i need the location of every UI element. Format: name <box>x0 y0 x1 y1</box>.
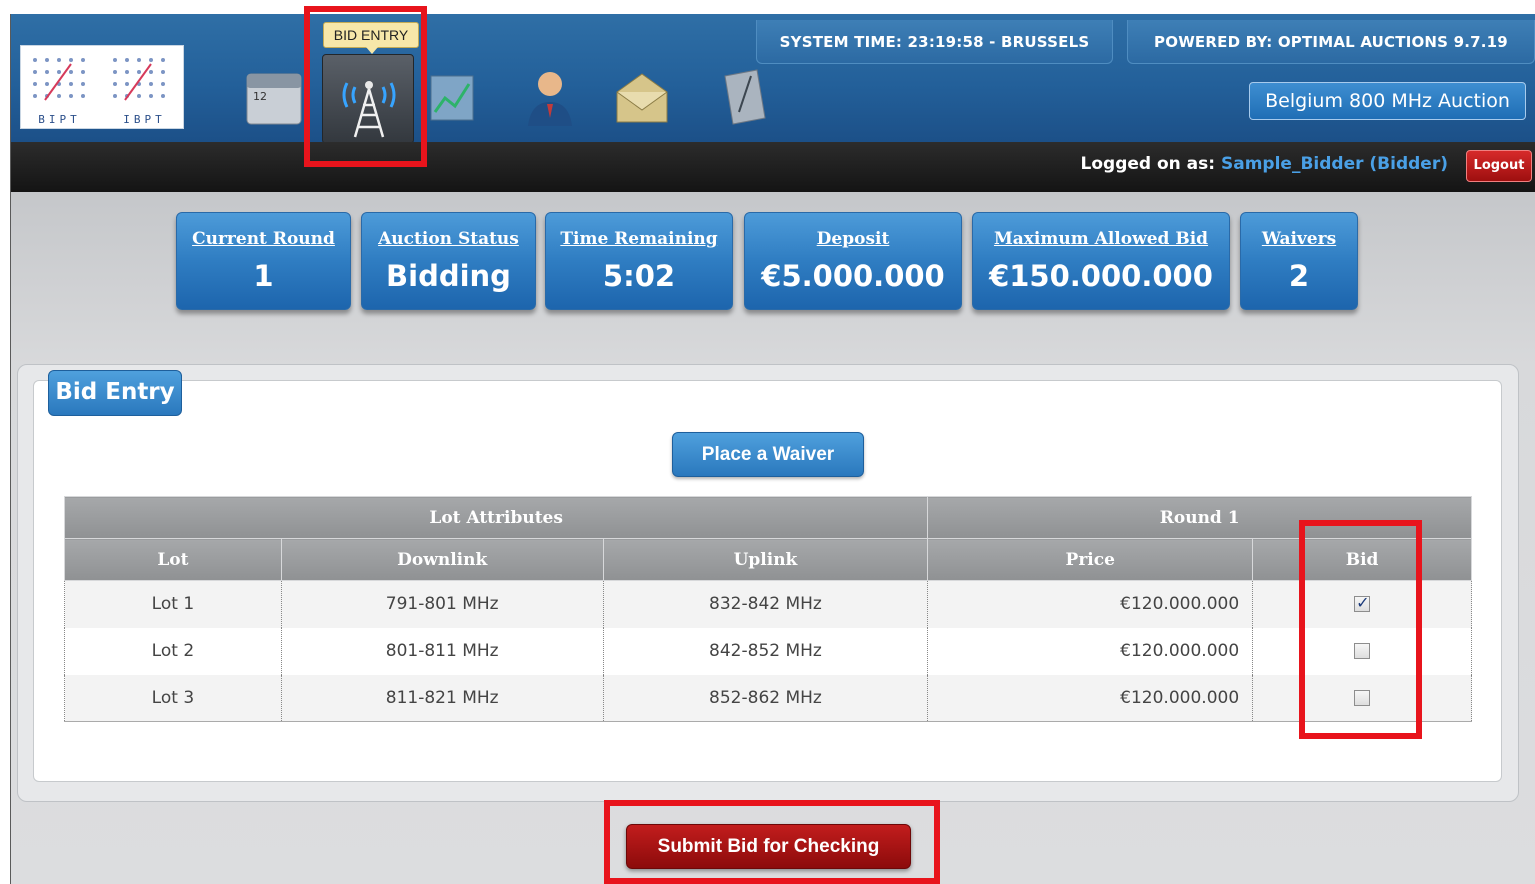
price-cell: €120.000.000 <box>927 674 1254 722</box>
card-value: 1 <box>253 259 274 293</box>
deposit-card: Deposit €5.000.000 <box>744 212 962 310</box>
card-value: 2 <box>1288 259 1310 293</box>
chart-icon[interactable] <box>421 62 483 130</box>
card-value: 5:02 <box>602 259 676 293</box>
card-value: Bidding <box>386 259 511 293</box>
powered-by-label: POWERED BY: OPTIMAL AUCTIONS 9.7.19 <box>1127 20 1535 64</box>
lot-attributes-header: Lot Attributes <box>63 496 929 539</box>
lots-table: Lot Attributes Round 1 Lot Downlink Upli… <box>63 496 1472 722</box>
max-allowed-bid-card: Maximum Allowed Bid €150.000.000 <box>972 212 1230 310</box>
card-label[interactable]: Current Round <box>177 229 350 249</box>
app-window: BIPT IBPT 12 BID ENTRY SYSTEM TIME: 23:1… <box>10 14 1535 884</box>
col-price: Price <box>927 538 1254 581</box>
card-label[interactable]: Time Remaining <box>546 229 732 249</box>
col-lot: Lot <box>64 538 282 581</box>
svg-text:12: 12 <box>253 90 267 103</box>
bid-entry-tab: Bid Entry <box>48 370 182 416</box>
current-round-card: Current Round 1 <box>176 212 351 310</box>
calendar-icon[interactable]: 12 <box>243 62 305 130</box>
col-downlink: Downlink <box>280 538 604 581</box>
lot-cell: Lot 3 <box>64 674 282 722</box>
table-row: Lot 3 811-821 MHz 852-862 MHz €120.000.0… <box>64 674 1472 722</box>
auction-name-button[interactable]: Belgium 800 MHz Auction <box>1249 82 1526 120</box>
system-time-display: SYSTEM TIME: 23:19:58 - BRUSSELS <box>756 20 1113 64</box>
table-row: Lot 2 801-811 MHz 842-852 MHz €120.000.0… <box>64 627 1472 675</box>
col-uplink: Uplink <box>602 538 929 581</box>
price-cell: €120.000.000 <box>927 580 1254 628</box>
user-icon[interactable] <box>519 62 581 130</box>
uplink-cell: 852-862 MHz <box>602 674 929 722</box>
highlight-submit-button <box>604 800 940 884</box>
lot-cell: Lot 2 <box>64 627 282 675</box>
uplink-cell: 832-842 MHz <box>602 580 929 628</box>
price-cell: €120.000.000 <box>927 627 1254 675</box>
logged-on-info: Logged on as: Sample_Bidder (Bidder) <box>1081 154 1448 174</box>
mail-icon[interactable] <box>611 62 673 130</box>
auction-status-card: Auction Status Bidding <box>361 212 536 310</box>
downlink-cell: 811-821 MHz <box>280 674 604 722</box>
card-label[interactable]: Maximum Allowed Bid <box>973 229 1229 249</box>
session-bar: Logged on as: Sample_Bidder (Bidder) Log… <box>11 142 1535 192</box>
document-icon[interactable] <box>711 62 773 130</box>
logo-text: BIPT IBPT <box>38 113 166 126</box>
card-value: €5.000.000 <box>761 259 945 293</box>
place-waiver-button[interactable]: Place a Waiver <box>672 432 864 477</box>
card-label[interactable]: Auction Status <box>362 229 535 249</box>
bipt-logo: BIPT IBPT <box>20 45 184 129</box>
time-remaining-card: Time Remaining 5:02 <box>545 212 733 310</box>
logged-user-name: Sample_Bidder (Bidder) <box>1221 154 1448 174</box>
top-header: BIPT IBPT 12 BID ENTRY SYSTEM TIME: 23:1… <box>11 14 1535 144</box>
logged-on-label: Logged on as: <box>1080 154 1216 174</box>
downlink-cell: 801-811 MHz <box>280 627 604 675</box>
waivers-card: Waivers 2 <box>1240 212 1358 310</box>
highlight-bid-column <box>1299 520 1422 739</box>
table-row: Lot 1 791-801 MHz 832-842 MHz €120.000.0… <box>64 580 1472 628</box>
card-value: €150.000.000 <box>989 259 1213 293</box>
lot-cell: Lot 1 <box>64 580 282 628</box>
card-label[interactable]: Deposit <box>745 229 961 249</box>
logout-button[interactable]: Logout <box>1466 150 1532 182</box>
uplink-cell: 842-852 MHz <box>602 627 929 675</box>
card-label[interactable]: Waivers <box>1241 229 1357 249</box>
highlight-bid-entry-nav <box>304 6 427 167</box>
downlink-cell: 791-801 MHz <box>280 580 604 628</box>
